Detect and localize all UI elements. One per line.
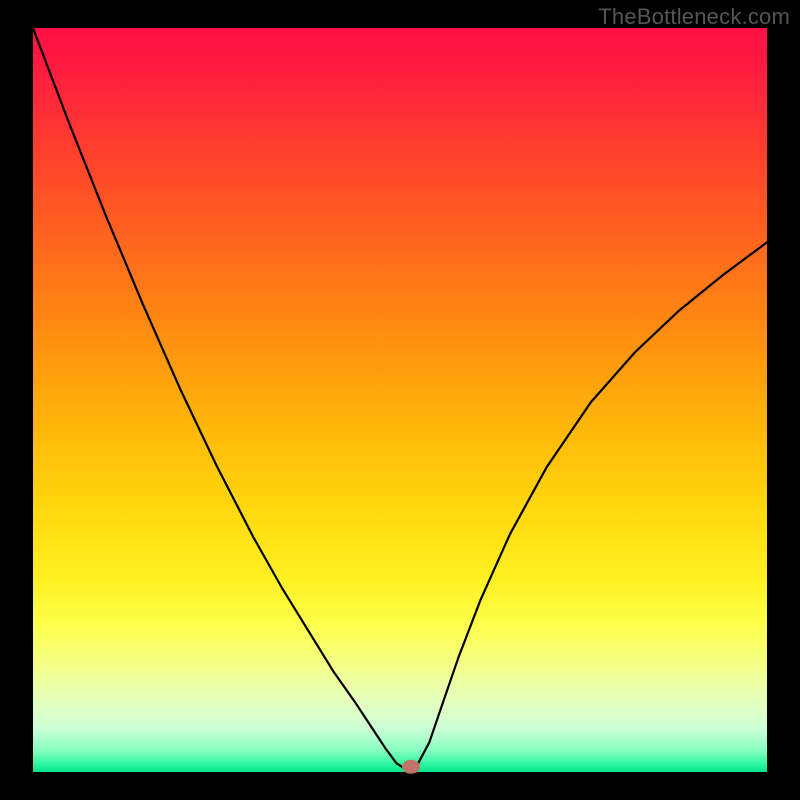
minimum-marker [402, 760, 420, 774]
bottleneck-plot [0, 0, 800, 800]
chart-frame: TheBottleneck.com [0, 0, 800, 800]
plot-background [33, 28, 767, 772]
